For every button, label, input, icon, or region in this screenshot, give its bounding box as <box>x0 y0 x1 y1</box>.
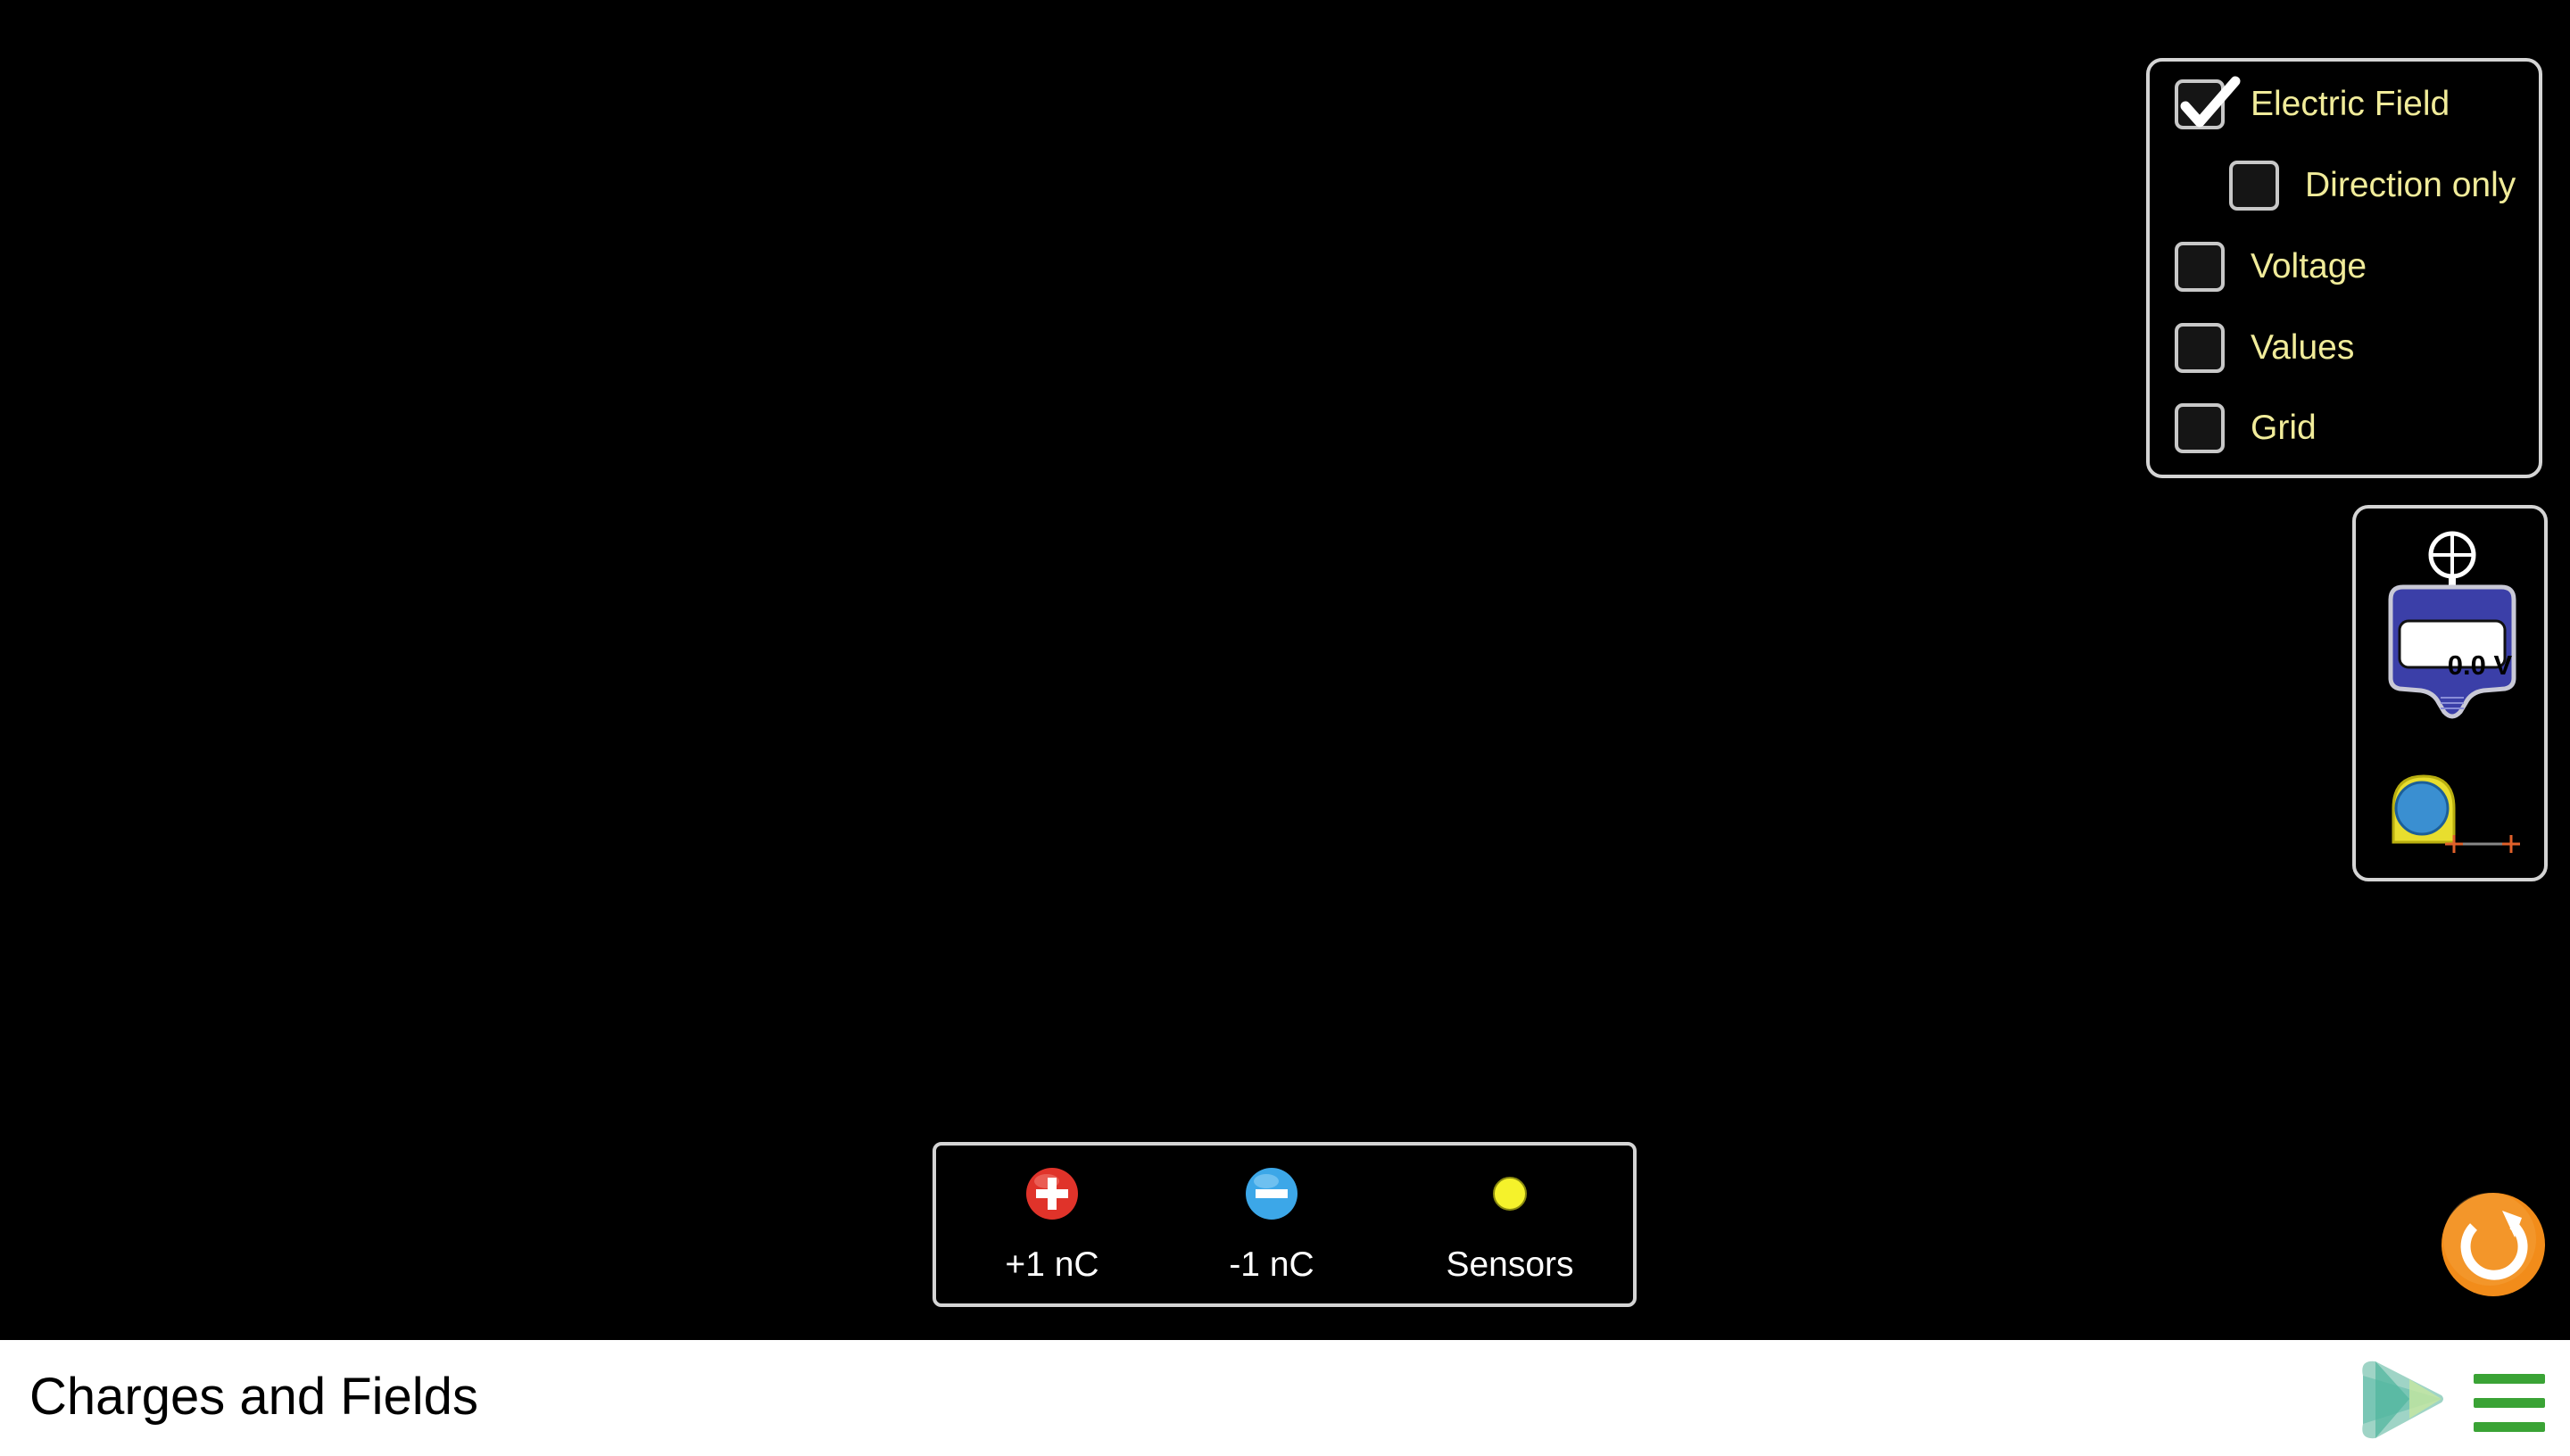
electric-field-checkbox[interactable] <box>2175 76 2241 129</box>
visibility-control-panel: Electric Field Direction only Voltage Va… <box>2146 58 2542 478</box>
voltage-checkbox[interactable] <box>2175 242 2225 292</box>
measuring-tape-tool[interactable] <box>2386 773 2529 857</box>
voltmeter-tool[interactable]: 0.0 V <box>2385 528 2519 729</box>
sensors-label: Sensors <box>1446 1245 1574 1284</box>
charges-bucket-panel: +1 nC -1 nC Sensors <box>933 1142 1637 1307</box>
navigation-bar: Charges and Fields <box>0 1340 2570 1456</box>
voltage-label: Voltage <box>2251 247 2367 285</box>
reset-icon <box>2442 1193 2545 1296</box>
menu-icon <box>2474 1374 2545 1432</box>
grid-label: Grid <box>2251 409 2317 447</box>
voltmeter-readout: 0.0 V <box>2447 649 2513 681</box>
simulation-title: Charges and Fields <box>29 1368 478 1426</box>
values-checkbox-row[interactable]: Values <box>2175 319 2354 376</box>
checkmark-icon <box>2180 76 2241 128</box>
direction-only-checkbox-row[interactable]: Direction only <box>2229 157 2516 214</box>
grid-checkbox-row[interactable]: Grid <box>2175 400 2317 457</box>
grid-checkbox[interactable] <box>2175 403 2225 453</box>
simulation-play-area[interactable]: Electric Field Direction only Voltage Va… <box>0 0 2570 1340</box>
electric-field-checkbox-row[interactable]: Electric Field <box>2175 76 2450 133</box>
sensor-icon <box>1493 1177 1527 1211</box>
values-checkbox[interactable] <box>2175 323 2225 373</box>
electric-field-label: Electric Field <box>2251 85 2450 123</box>
reset-all-button[interactable] <box>2440 1191 2547 1298</box>
toolbox-panel: 0.0 V <box>2352 505 2548 881</box>
positive-charge-icon <box>1026 1168 1078 1220</box>
hamburger-menu-icon[interactable] <box>2474 1374 2545 1437</box>
negative-charge-source[interactable]: -1 nC <box>1182 1146 1361 1303</box>
negative-charge-label: -1 nC <box>1229 1245 1314 1284</box>
negative-charge-icon <box>1246 1168 1297 1220</box>
voltage-checkbox-row[interactable]: Voltage <box>2175 238 2367 295</box>
values-label: Values <box>2251 328 2355 367</box>
positive-charge-source[interactable]: +1 nC <box>963 1146 1141 1303</box>
direction-only-checkbox[interactable] <box>2229 161 2279 211</box>
direction-only-label: Direction only <box>2305 166 2516 204</box>
voltmeter-icon <box>2388 531 2516 719</box>
phet-logo-icon <box>2362 1361 2443 1439</box>
sensors-source[interactable]: Sensors <box>1421 1146 1599 1303</box>
positive-charge-label: +1 nC <box>1005 1245 1099 1284</box>
measuring-tape-icon <box>2392 774 2520 853</box>
phet-logo[interactable] <box>2356 1353 2449 1450</box>
